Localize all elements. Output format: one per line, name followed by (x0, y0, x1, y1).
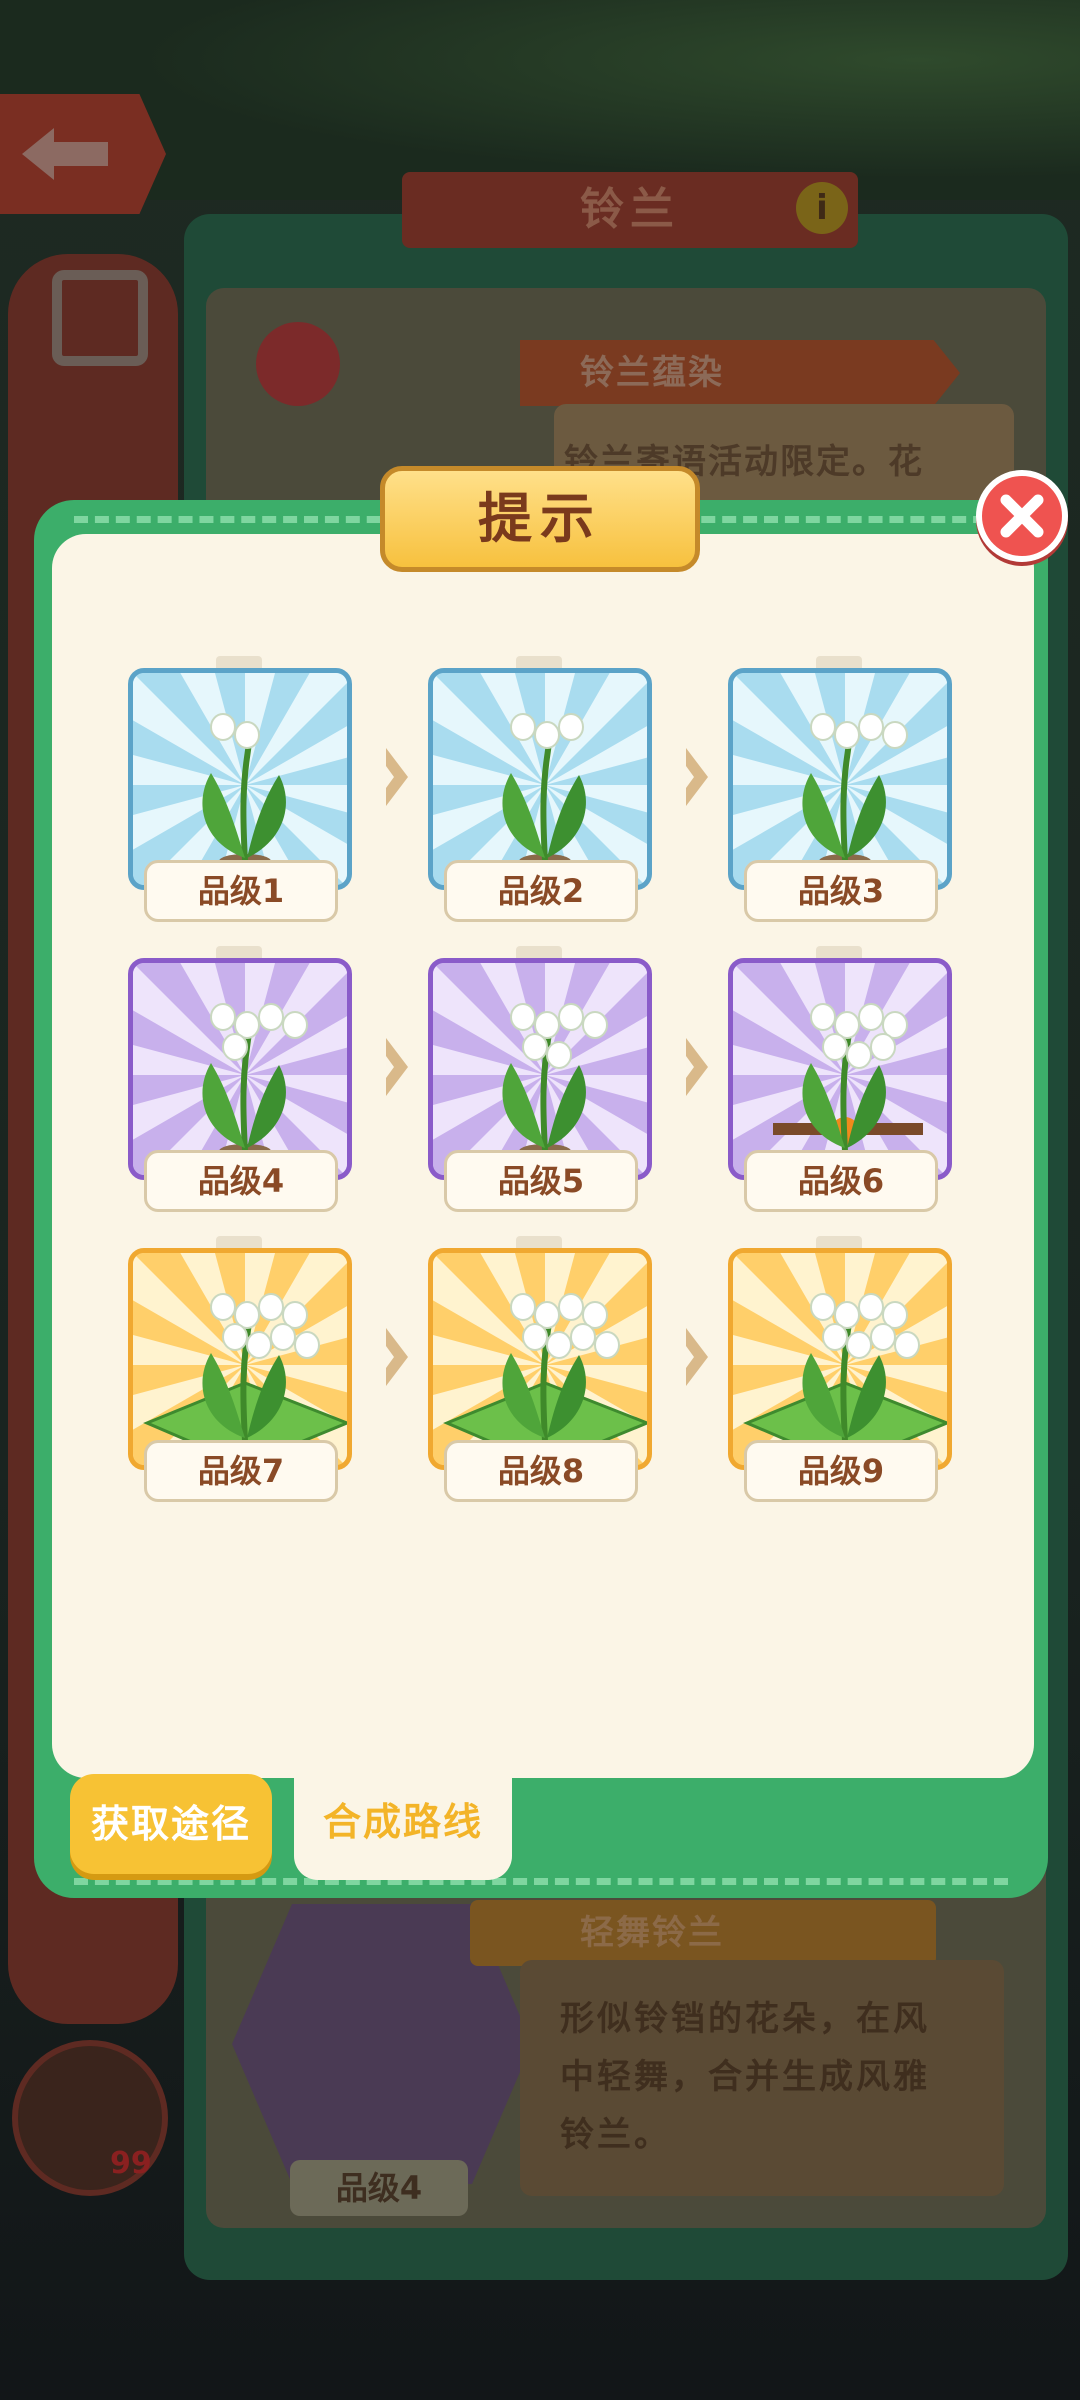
grade-label: 品级1 (144, 860, 338, 922)
grade-card[interactable]: 品级7 (126, 1236, 356, 1504)
chevron-right-icon (682, 1034, 712, 1100)
grade-card[interactable]: 品级2 (426, 656, 656, 924)
tab-get-method[interactable]: 获取途径 (70, 1774, 272, 1874)
collection-icon[interactable] (52, 270, 148, 366)
lily-of-the-valley-icon (728, 668, 952, 890)
lily-of-the-valley-icon (728, 958, 952, 1180)
grade-label: 品级8 (444, 1440, 638, 1502)
item-info-title: 铃兰 (402, 172, 858, 248)
lily-of-the-valley-icon (128, 958, 352, 1180)
grade-label: 品级6 (744, 1150, 938, 1212)
back-button[interactable] (0, 94, 166, 214)
background-forest (0, 0, 1080, 200)
chevron-right-icon (382, 1324, 412, 1390)
dialog-title: 提示 (380, 466, 700, 572)
item-description-line: 中轻舞，合并生成风雅 (560, 2057, 930, 2097)
chevron-right-icon (382, 744, 412, 810)
grade-label: 品级9 (744, 1440, 938, 1502)
lily-of-the-valley-icon (428, 1248, 652, 1470)
crown-badge-icon (256, 322, 340, 406)
close-button[interactable] (976, 470, 1068, 562)
card-banner: 铃兰蕴染 (520, 340, 960, 406)
grade-card[interactable]: 品级3 (726, 656, 956, 924)
item-description-line: 形似铃铛的花朵，在风 (560, 1999, 930, 2039)
tab-merge-route[interactable]: 合成路线 (294, 1774, 512, 1880)
grade-card[interactable]: 品级1 (126, 656, 356, 924)
item-description-line: 铃兰。 (560, 2115, 671, 2155)
lily-of-the-valley-icon (428, 668, 652, 890)
grade-card[interactable]: 品级4 (126, 946, 356, 1214)
back-arrow-icon (22, 128, 108, 180)
grade-card[interactable]: 品级5 (426, 946, 656, 1214)
grade-card[interactable]: 品级9 (726, 1236, 956, 1504)
lily-of-the-valley-icon (728, 1248, 952, 1470)
grade-label: 品级5 (444, 1150, 638, 1212)
grade-label: 品级4 (144, 1150, 338, 1212)
chevron-right-icon (382, 1034, 412, 1100)
dialog-dash-border (74, 1878, 1008, 1885)
grade-label: 品级2 (444, 860, 638, 922)
grade-card[interactable]: 品级6 (726, 946, 956, 1214)
grade-label: 品级7 (144, 1440, 338, 1502)
grade-label: 品级3 (744, 860, 938, 922)
chevron-right-icon (682, 1324, 712, 1390)
item-grade-label: 品级4 (290, 2160, 468, 2216)
lily-of-the-valley-icon (428, 958, 652, 1180)
chevron-right-icon (682, 744, 712, 810)
item-name-banner: 轻舞铃兰 (470, 1900, 936, 1966)
lily-of-the-valley-icon (128, 1248, 352, 1470)
close-x-icon (1000, 494, 1044, 538)
hand-count: 99 (110, 2146, 152, 2181)
item-description: 形似铃铛的花朵，在风 中轻舞，合并生成风雅 铃兰。 (520, 1960, 1004, 2196)
info-icon[interactable]: i (796, 182, 848, 234)
grade-card[interactable]: 品级8 (426, 1236, 656, 1504)
lily-of-the-valley-icon (128, 668, 352, 890)
